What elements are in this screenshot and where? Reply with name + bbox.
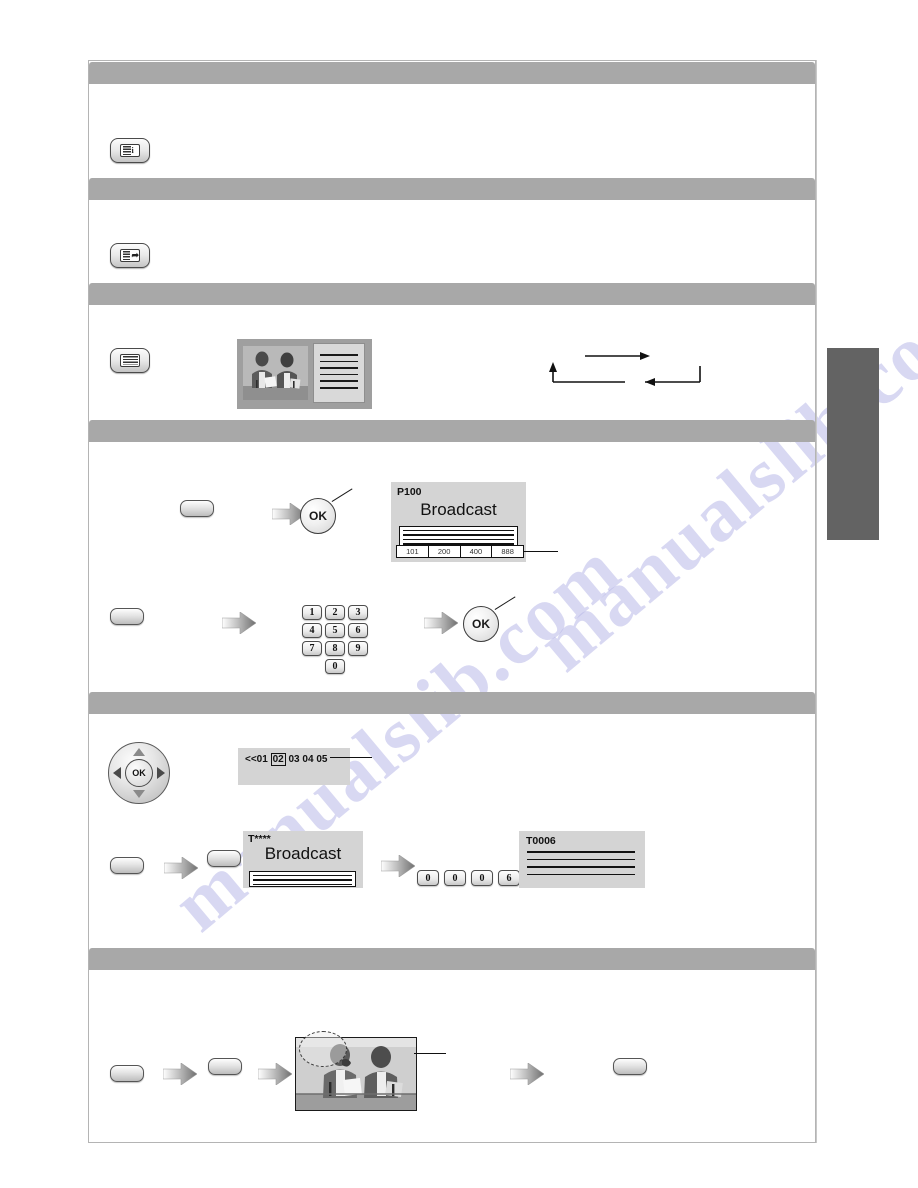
numeric-entry-key[interactable] bbox=[110, 608, 144, 626]
subpage-item-0: <<01 bbox=[245, 754, 268, 765]
time-confirm-key[interactable] bbox=[207, 850, 241, 868]
osd-time-entered-lines bbox=[527, 851, 635, 881]
ok-button-2-label: OK bbox=[472, 617, 490, 631]
page-edge-rule bbox=[816, 60, 817, 1143]
subpage-item-3: 04 bbox=[302, 754, 314, 765]
flow-arrow-6 bbox=[163, 1063, 197, 1085]
colour-bar-item-3: 888 bbox=[501, 547, 514, 556]
osd-time-panel: T**** Broadcast bbox=[243, 831, 363, 888]
dpad-up-icon[interactable] bbox=[133, 748, 145, 756]
section-header-3 bbox=[89, 283, 815, 305]
direction-pad[interactable]: OK bbox=[108, 742, 170, 804]
bottom-key-3[interactable] bbox=[613, 1058, 647, 1076]
numeric-entry-key-blank bbox=[110, 608, 144, 626]
osd-time-text-lines bbox=[249, 871, 356, 887]
numpad-row-1: 1 2 3 bbox=[302, 605, 368, 620]
section-header-4 bbox=[89, 420, 815, 442]
flow-arrow-5 bbox=[381, 855, 415, 877]
dpad-down-icon[interactable] bbox=[133, 790, 145, 798]
osd-time-entered-code: T0006 bbox=[526, 835, 556, 847]
chapter-tab-marker bbox=[827, 348, 879, 540]
teletext-text-icon bbox=[120, 354, 140, 367]
osd-subpage-panel: <<01 02 03 04 05 bbox=[238, 748, 350, 785]
time-code-keys[interactable]: 0 0 0 6 bbox=[417, 870, 520, 886]
colour-bar-item-1: 200 bbox=[429, 546, 461, 557]
time-mode-key-blank bbox=[110, 857, 144, 875]
numpad-row-2: 4 5 6 bbox=[302, 623, 368, 638]
time-confirm-key-blank bbox=[207, 850, 241, 868]
section-header-6 bbox=[89, 948, 815, 970]
dpad-ok-button[interactable]: OK bbox=[125, 759, 153, 787]
flow-arrow-3 bbox=[424, 612, 458, 634]
osd-page-code: P100 bbox=[397, 486, 422, 498]
ok-button-1[interactable]: OK bbox=[300, 498, 336, 534]
mode-cycle-diagram bbox=[540, 342, 740, 403]
numpad-key-7[interactable]: 7 bbox=[302, 641, 322, 656]
subpage-item-4: 05 bbox=[316, 754, 328, 765]
leader-line-colour-bar bbox=[524, 551, 558, 553]
section-header-1 bbox=[89, 62, 815, 84]
bottom-key-3-blank bbox=[613, 1058, 647, 1076]
numpad-key-5[interactable]: 5 bbox=[325, 623, 345, 638]
presenters-illustration bbox=[243, 346, 308, 400]
colour-bar-item-2: 400 bbox=[461, 546, 493, 557]
bottom-key-2[interactable] bbox=[208, 1058, 242, 1076]
leader-line-zoom bbox=[414, 1053, 446, 1055]
leader-line-subpage bbox=[330, 757, 372, 759]
numpad-key-2[interactable]: 2 bbox=[325, 605, 345, 620]
numpad-key-3[interactable]: 3 bbox=[348, 605, 368, 620]
bottom-key-1[interactable] bbox=[110, 1065, 144, 1083]
manual-page: i ➦ OK P100 Broadcast 101 200 400 888 1 … bbox=[0, 0, 918, 1188]
osd-time-title: Broadcast bbox=[264, 844, 342, 863]
numpad-key-6[interactable]: 6 bbox=[348, 623, 368, 638]
numpad-row-3: 7 8 9 bbox=[302, 641, 368, 656]
dpad-right-icon[interactable] bbox=[157, 767, 165, 779]
dpad-left-icon[interactable] bbox=[113, 767, 121, 779]
numeric-keypad[interactable]: 1 2 3 4 5 6 7 8 9 0 bbox=[302, 605, 368, 677]
time-mode-key[interactable] bbox=[110, 857, 144, 875]
numpad-row-4: 0 bbox=[302, 659, 368, 674]
section-header-5 bbox=[89, 692, 815, 714]
ok-button-2[interactable]: OK bbox=[463, 606, 499, 642]
bottom-key-1-blank bbox=[110, 1065, 144, 1083]
numpad-key-0[interactable]: 0 bbox=[325, 659, 345, 674]
bottom-key-2-blank bbox=[208, 1058, 242, 1076]
osd-time-entered-panel: T0006 bbox=[519, 831, 645, 888]
teletext-index-icon: i bbox=[120, 144, 140, 157]
flow-arrow-2 bbox=[222, 612, 256, 634]
flow-arrow-4 bbox=[164, 857, 198, 879]
time-code-key-2[interactable]: 0 bbox=[471, 870, 493, 886]
subpage-item-selected: 02 bbox=[270, 753, 286, 766]
numpad-key-8[interactable]: 8 bbox=[325, 641, 345, 656]
time-code-key-0[interactable]: 0 bbox=[417, 870, 439, 886]
cycle-arrows bbox=[549, 352, 701, 386]
ok-button-1-label: OK bbox=[309, 509, 327, 523]
subpage-item-2: 03 bbox=[288, 754, 300, 765]
teletext-index-key[interactable]: i bbox=[110, 138, 150, 163]
colour-key-blank bbox=[180, 500, 214, 518]
section-header-2 bbox=[89, 178, 815, 200]
colour-bar-item-0: 101 bbox=[397, 546, 429, 557]
time-code-key-1[interactable]: 0 bbox=[444, 870, 466, 886]
teletext-subpage-key[interactable]: ➦ bbox=[110, 243, 150, 268]
teletext-text-key[interactable] bbox=[110, 348, 150, 373]
osd-colour-bar: 101 200 400 888 bbox=[396, 545, 524, 558]
numpad-key-4[interactable]: 4 bbox=[302, 623, 322, 638]
tv-broadcast-picture bbox=[243, 346, 308, 400]
colour-key-button[interactable] bbox=[180, 500, 214, 518]
tv-screen-multi-mode bbox=[237, 339, 372, 409]
osd-page-title: Broadcast bbox=[420, 500, 497, 519]
osd-subpage-list: <<01 02 03 04 05 bbox=[245, 753, 328, 766]
time-code-key-3[interactable]: 6 bbox=[498, 870, 520, 886]
tv-teletext-page bbox=[313, 343, 365, 403]
flow-arrow-8 bbox=[510, 1063, 544, 1085]
teletext-subpage-icon: ➦ bbox=[120, 249, 140, 262]
numpad-key-1[interactable]: 1 bbox=[302, 605, 322, 620]
flow-arrow-7 bbox=[258, 1063, 292, 1085]
zoom-highlight-circle bbox=[299, 1031, 347, 1067]
content-frame bbox=[88, 60, 816, 1143]
numpad-key-9[interactable]: 9 bbox=[348, 641, 368, 656]
